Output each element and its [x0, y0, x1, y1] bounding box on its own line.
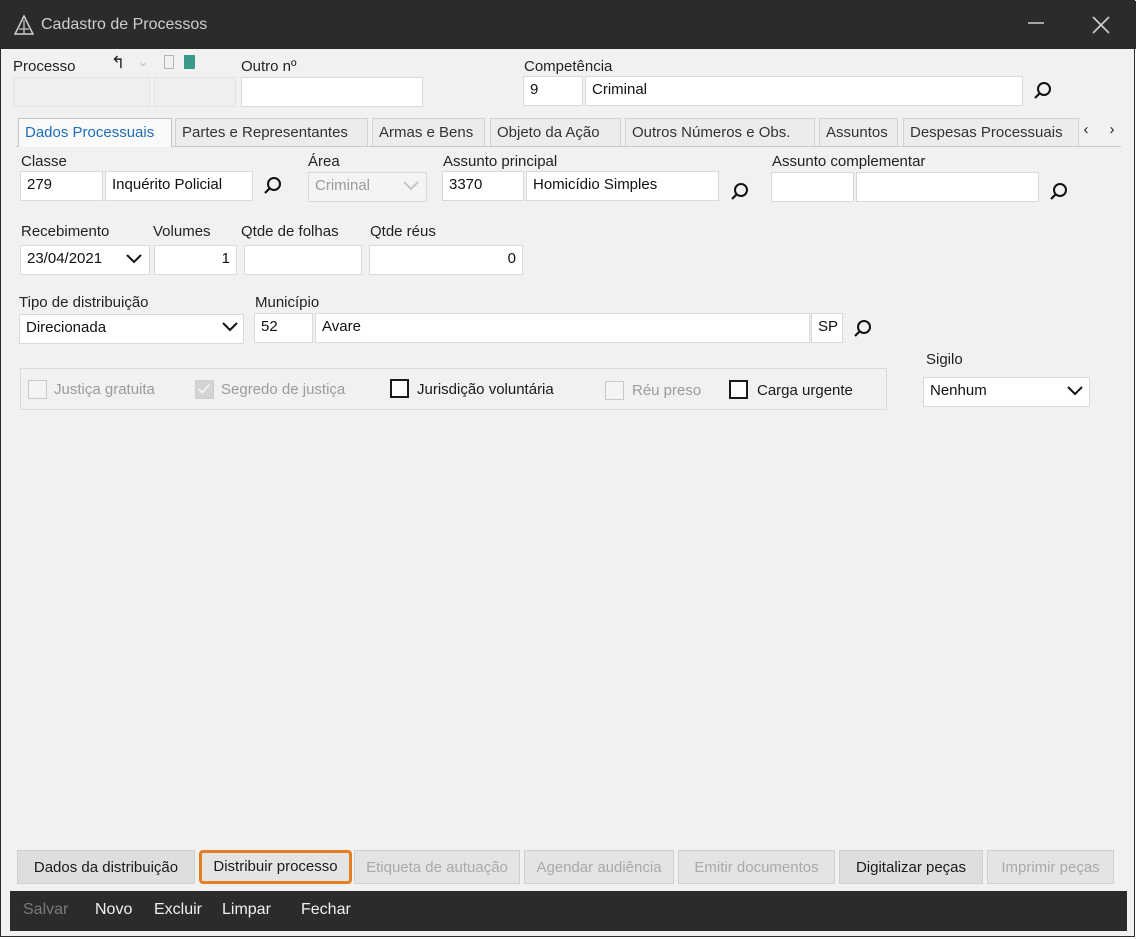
window-title: Cadastro de Processos: [41, 16, 208, 33]
undo-icon[interactable]: ↰: [111, 53, 125, 73]
search-icon[interactable]: [263, 176, 283, 196]
app-logo-icon: [14, 15, 34, 35]
area-label: Área: [308, 153, 340, 170]
classe-label: Classe: [21, 153, 67, 170]
tipo-distribuicao-select[interactable]: Direcionada: [19, 314, 244, 344]
assunto-comp-code-field[interactable]: [771, 172, 854, 202]
tab-outros-numeros[interactable]: Outros Números e Obs.: [625, 118, 815, 146]
carga-urgente-checkbox[interactable]: [729, 380, 748, 399]
digitalizar-pecas-button[interactable]: Digitalizar peças: [839, 850, 983, 884]
competencia-code-field[interactable]: 9: [523, 76, 583, 106]
limpar-button[interactable]: Limpar: [222, 901, 271, 919]
municipio-name-field[interactable]: Avare: [315, 313, 810, 343]
justica-gratuita-checkbox[interactable]: [28, 380, 47, 399]
tab-objeto-acao[interactable]: Objeto da Ação: [490, 118, 621, 146]
assunto-complementar-label: Assunto complementar: [772, 153, 926, 170]
search-icon[interactable]: [853, 319, 873, 339]
chevron-down-icon: [222, 322, 238, 332]
segredo-justica-label: Segredo de justiça: [221, 381, 346, 398]
justica-gratuita-label: Justiça gratuita: [54, 381, 155, 398]
municipio-uf-field[interactable]: SP: [811, 313, 843, 343]
carga-urgente-label: Carga urgente: [757, 382, 853, 399]
emitir-documentos-button[interactable]: Emitir documentos: [678, 850, 835, 884]
search-icon[interactable]: [1033, 81, 1053, 101]
tab-dados-processuais[interactable]: Dados Processuais: [18, 118, 172, 147]
municipio-label: Município: [255, 294, 320, 311]
bottom-bar: Salvar Novo Excluir Limpar Fechar: [10, 891, 1127, 931]
recebimento-label: Recebimento: [21, 223, 110, 240]
jurisdicao-voluntaria-label: Jurisdição voluntária: [417, 381, 554, 398]
status-indicator-icon: [184, 55, 195, 69]
folhas-label: Qtde de folhas: [241, 223, 339, 240]
classe-name-field[interactable]: Inquérito Policial: [105, 171, 253, 201]
volumes-field[interactable]: 1: [154, 245, 237, 275]
assunto-code-field[interactable]: 3370: [442, 171, 524, 201]
document-icon[interactable]: [164, 55, 174, 69]
volumes-label: Volumes: [153, 223, 211, 240]
sigilo-label: Sigilo: [926, 351, 963, 368]
competencia-name-field[interactable]: Criminal: [585, 76, 1023, 106]
processo-year-field[interactable]: [154, 77, 236, 107]
action-bar: Dados da distribuição Distribuir process…: [17, 850, 1117, 884]
tab-strip: Dados Processuais Partes e Representante…: [16, 118, 1121, 147]
fechar-button[interactable]: Fechar: [301, 901, 351, 919]
folhas-field[interactable]: [244, 245, 362, 275]
distribuir-processo-button[interactable]: Distribuir processo: [199, 850, 352, 884]
close-icon[interactable]: [1089, 13, 1113, 37]
search-icon[interactable]: [730, 182, 750, 202]
agendar-audiencia-button[interactable]: Agendar audiência: [524, 850, 674, 884]
processo-number-field[interactable]: [13, 77, 150, 107]
excluir-button[interactable]: Excluir: [154, 901, 202, 919]
assunto-name-field[interactable]: Homicídio Simples: [526, 171, 719, 201]
jurisdicao-voluntaria-checkbox[interactable]: [390, 379, 409, 398]
tab-armas-bens[interactable]: Armas e Bens: [372, 118, 485, 146]
window: Cadastro de Processos Processo ↰ ⌄ Outro…: [0, 0, 1136, 937]
reu-preso-checkbox[interactable]: [605, 381, 624, 400]
checkmark-icon: [198, 383, 211, 394]
chevron-down-icon[interactable]: ⌄: [138, 55, 148, 69]
classe-code-field[interactable]: 279: [20, 171, 103, 201]
minimize-icon[interactable]: [1025, 12, 1047, 34]
outro-label: Outro nº: [241, 58, 297, 75]
competencia-label: Competência: [524, 58, 613, 75]
tab-assuntos[interactable]: Assuntos: [819, 118, 898, 146]
tipo-distribuicao-label: Tipo de distribuição: [19, 294, 149, 311]
title-bar: Cadastro de Processos: [1, 1, 1136, 49]
assunto-comp-name-field[interactable]: [856, 172, 1039, 202]
tab-despesas-processuais[interactable]: Despesas Processuais: [903, 118, 1079, 146]
tab-partes-representantes[interactable]: Partes e Representantes: [175, 118, 368, 146]
municipio-code-field[interactable]: 52: [254, 313, 313, 343]
search-icon[interactable]: [1049, 182, 1069, 202]
novo-button[interactable]: Novo: [95, 901, 132, 919]
outro-field[interactable]: [241, 77, 423, 107]
salvar-button[interactable]: Salvar: [23, 901, 68, 919]
reu-preso-label: Réu preso: [632, 382, 702, 399]
assunto-principal-label: Assunto principal: [443, 153, 558, 170]
chevron-down-icon: [1067, 386, 1083, 396]
reus-label: Qtde réus: [370, 223, 436, 240]
chevron-down-icon: [403, 181, 419, 191]
tab-scroll-right-icon[interactable]: ›: [1105, 121, 1119, 141]
tab-scroll-left-icon[interactable]: ‹: [1079, 121, 1093, 141]
processo-label: Processo: [13, 58, 76, 75]
segredo-justica-checkbox[interactable]: [195, 380, 214, 399]
reus-field[interactable]: 0: [369, 245, 523, 275]
etiqueta-autuacao-button[interactable]: Etiqueta de autuação: [354, 850, 520, 884]
chevron-down-icon: [126, 254, 142, 264]
dados-distribuicao-button[interactable]: Dados da distribuição: [17, 850, 195, 884]
imprimir-pecas-button[interactable]: Imprimir peças: [987, 850, 1114, 884]
